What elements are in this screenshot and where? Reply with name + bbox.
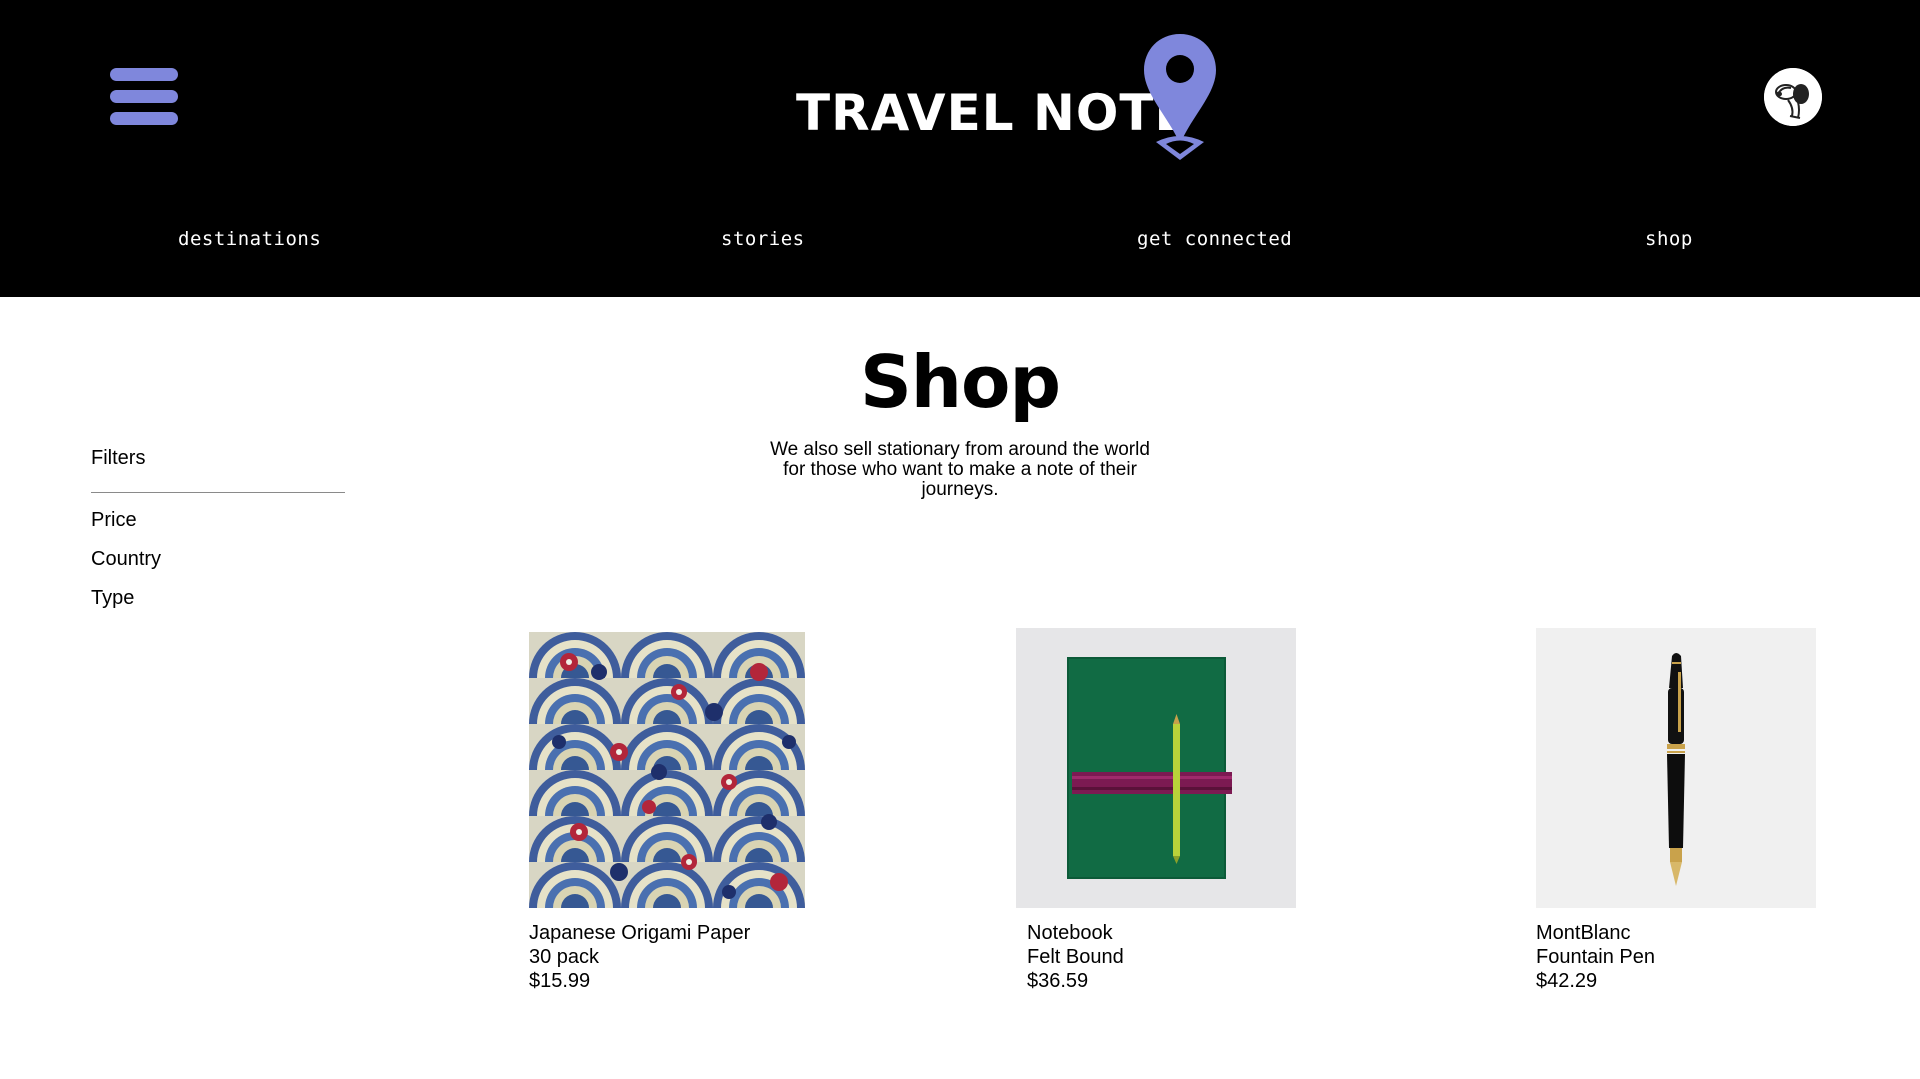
filters-title: Filters — [91, 447, 146, 469]
site-header: TRAVEL NOTE destinations stories get con… — [0, 0, 1920, 297]
product-card[interactable]: Notebook Felt Bound $36.59 — [1016, 628, 1316, 998]
product-info: MontBlanc Fountain Pen $42.29 — [1536, 921, 1856, 993]
map-pin-icon — [1144, 34, 1216, 160]
product-name: Notebook — [1027, 922, 1113, 944]
filters-panel: Filters Price Country Type — [91, 447, 345, 610]
filter-country[interactable]: Country — [91, 548, 345, 571]
intro-line: journeys. — [921, 479, 999, 500]
product-info: Notebook Felt Bound $36.59 — [1027, 921, 1347, 993]
product-detail: Felt Bound — [1027, 946, 1124, 968]
product-name: MontBlanc — [1536, 922, 1631, 944]
menu-bar — [110, 112, 178, 125]
nav-item-get-connected[interactable]: get connected — [1137, 228, 1292, 250]
nav-item-destinations[interactable]: destinations — [178, 228, 321, 250]
menu-bar — [110, 68, 178, 81]
main-nav: destinations stories get connected shop — [0, 228, 1920, 258]
product-card[interactable]: Japanese Origami Paper 30 pack $15.99 — [529, 628, 869, 998]
menu-bar — [110, 90, 178, 103]
filters-divider — [91, 492, 345, 493]
origami-paper-image[interactable] — [529, 632, 805, 908]
intro-text: We also sell stationary from around the … — [740, 440, 1180, 500]
page-title: Shop — [859, 340, 1061, 424]
nav-item-stories[interactable]: stories — [721, 228, 805, 250]
nav-item-shop[interactable]: shop — [1645, 228, 1693, 250]
fountain-pen-image[interactable] — [1536, 628, 1816, 908]
intro-line: We also sell stationary from around the … — [770, 439, 1150, 460]
filter-type[interactable]: Type — [91, 587, 345, 610]
product-detail: 30 pack — [529, 946, 600, 968]
site-logo[interactable]: TRAVEL NOTE — [796, 28, 1216, 168]
product-detail: Fountain Pen — [1536, 946, 1655, 968]
product-name: Japanese Origami Paper — [529, 922, 751, 944]
filter-price[interactable]: Price — [91, 509, 345, 532]
intro-line: for those who want to make a note of the… — [783, 459, 1137, 480]
product-price: $36.59 — [1027, 970, 1089, 992]
logo-text: TRAVEL NOTE — [796, 84, 1190, 142]
product-info: Japanese Origami Paper 30 pack $15.99 — [529, 921, 849, 993]
product-price: $15.99 — [529, 970, 591, 992]
hamburger-menu-icon[interactable] — [110, 66, 178, 126]
green-notebook-image[interactable] — [1016, 628, 1296, 908]
snoopy-avatar-icon — [1764, 68, 1822, 126]
product-card[interactable]: MontBlanc Fountain Pen $42.29 — [1536, 628, 1836, 998]
user-avatar[interactable] — [1764, 68, 1822, 126]
product-price: $42.29 — [1536, 970, 1598, 992]
